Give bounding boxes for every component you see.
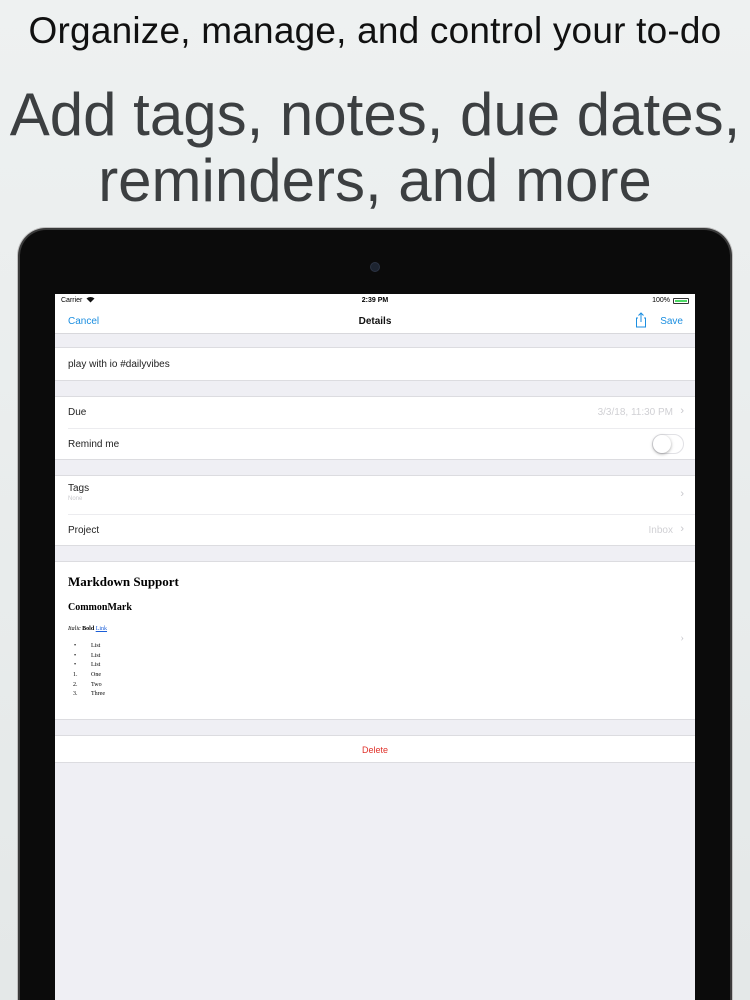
project-row[interactable]: Project Inbox ›	[68, 514, 695, 545]
tags-row[interactable]: Tags None ›	[55, 476, 695, 514]
tags-value: None	[68, 496, 83, 502]
delete-label: Delete	[361, 745, 388, 755]
headline-secondary-line-2: reminders, and more	[98, 147, 652, 214]
chevron-right-icon: ›	[680, 405, 684, 417]
notes-numbered-list: 1. One 2. Two 3. Three	[73, 672, 105, 701]
task-title-section: play with io #dailyvibes	[55, 347, 695, 381]
remind-label: Remind me	[68, 439, 120, 450]
due-label: Due	[68, 407, 87, 418]
battery-indicator: 100%	[652, 297, 689, 304]
notes-preview[interactable]: Markdown Support CommonMark Italic Bold …	[55, 562, 695, 719]
ipad-frame: Carrier 2:39 PM 100% Cancel Details Save	[18, 228, 732, 1000]
notes-italic: Italic	[68, 626, 81, 632]
due-value: 3/3/18, 11:30 PM	[597, 407, 673, 418]
task-title-text: play with io #dailyvibes	[68, 359, 170, 370]
notes-bold: Bold	[82, 626, 95, 632]
headline-secondary: Add tags, notes, due dates, reminders, a…	[0, 82, 750, 214]
project-value: Inbox	[648, 525, 673, 536]
save-button[interactable]: Save	[660, 316, 683, 327]
notes-heading-1: Markdown Support	[68, 574, 179, 589]
headline-secondary-line-1: Add tags, notes, due dates,	[9, 81, 741, 148]
list-item: 2. Two	[73, 682, 105, 692]
status-time: 2:39 PM	[361, 297, 389, 304]
meta-section: Tags None › Project Inbox ›	[55, 475, 695, 546]
list-item: 1. One	[73, 672, 105, 682]
list-item: 3. Three	[73, 691, 105, 701]
list-number: 2.	[73, 681, 78, 688]
notes-link[interactable]: Link	[96, 626, 107, 632]
notes-heading-2: CommonMark	[68, 602, 132, 613]
list-text: Two	[91, 681, 102, 688]
battery-icon	[673, 297, 689, 304]
notes-inline-styles: Italic Bold Link	[68, 626, 107, 632]
remind-toggle[interactable]	[652, 434, 684, 454]
chevron-right-icon: ›	[680, 523, 684, 535]
navigation-bar: Cancel Details Save	[55, 308, 695, 334]
page-title: Details	[358, 316, 392, 327]
list-item: List	[73, 643, 100, 653]
tags-label: Tags	[68, 483, 90, 494]
delete-button[interactable]: Delete	[55, 735, 695, 763]
remind-row: Remind me	[68, 428, 695, 459]
status-bar: Carrier 2:39 PM 100%	[55, 294, 695, 308]
toggle-knob	[653, 435, 671, 453]
list-item: List	[73, 662, 100, 672]
list-item: List	[73, 653, 100, 663]
list-text: One	[91, 672, 101, 678]
list-number: 1.	[73, 672, 78, 678]
due-row[interactable]: Due 3/3/18, 11:30 PM ›	[55, 397, 695, 428]
battery-percent: 100%	[652, 297, 670, 304]
share-icon[interactable]	[633, 312, 649, 328]
list-text: Three	[91, 691, 105, 698]
camera-icon	[370, 262, 380, 272]
task-title-field[interactable]: play with io #dailyvibes	[55, 348, 695, 380]
notes-bullet-list: List List List	[73, 643, 100, 672]
chevron-right-icon: ›	[680, 632, 684, 644]
list-number: 3.	[73, 691, 78, 698]
project-label: Project	[68, 525, 100, 536]
headline-primary: Organize, manage, and control your to-do	[28, 10, 722, 51]
schedule-section: Due 3/3/18, 11:30 PM › Remind me	[55, 396, 695, 460]
app-screen: Carrier 2:39 PM 100% Cancel Details Save	[55, 294, 695, 1000]
chevron-right-icon: ›	[680, 488, 684, 500]
notes-section: Markdown Support CommonMark Italic Bold …	[55, 561, 695, 720]
